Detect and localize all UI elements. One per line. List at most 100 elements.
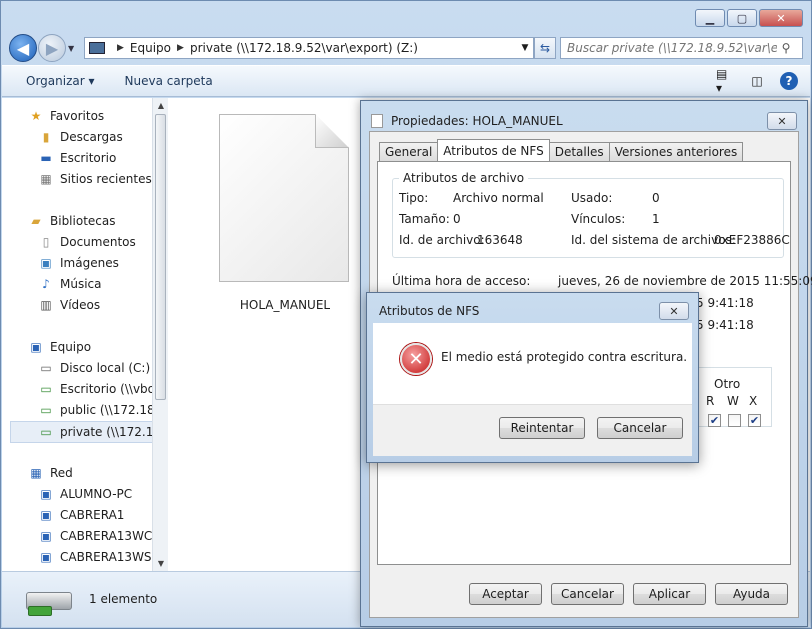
computer-icon — [89, 42, 105, 54]
nav-music[interactable]: ♪ Música — [38, 274, 101, 294]
help-button[interactable]: Ayuda — [715, 583, 788, 605]
dialog-title: Propiedades: HOLA_MANUEL — [371, 114, 563, 128]
group-legend: Atributos de archivo — [399, 171, 529, 185]
chevron-right-icon[interactable]: ▶ — [177, 43, 184, 53]
write-checkbox[interactable] — [728, 414, 741, 427]
file-name[interactable]: HOLA_MANUEL — [219, 298, 351, 312]
close-button[interactable]: ✕ — [767, 112, 797, 130]
computer-icon: ▣ — [40, 487, 52, 501]
execute-label: X — [749, 394, 758, 408]
help-icon[interactable]: ? — [780, 72, 798, 90]
scroll-up-arrow[interactable]: ▲ — [153, 101, 169, 110]
search-icon[interactable]: ⚲ — [777, 41, 795, 55]
navigation-bar: ◀ ▶ ▼ ▶ Equipo ▶ private (\\172.18.9.52\… — [9, 33, 803, 63]
document-icon — [371, 114, 383, 128]
nav-recent[interactable]: ▦ Sitios recientes — [38, 169, 151, 189]
ok-button[interactable]: Aceptar — [469, 583, 542, 605]
refresh-button[interactable]: ⇆ — [534, 37, 556, 59]
nav-downloads[interactable]: ▮ Descargas — [38, 127, 123, 147]
fs-id-label: Id. del sistema de archivos: — [571, 233, 736, 247]
computer-icon: ▣ — [40, 529, 52, 543]
organize-button[interactable]: Organizar ▾ — [26, 74, 95, 88]
chevron-right-icon[interactable]: ▶ — [117, 43, 124, 53]
other-label: Otro — [714, 377, 741, 391]
close-button[interactable]: ✕ — [759, 9, 803, 27]
breadcrumb-equipo[interactable]: Equipo — [130, 41, 171, 55]
tab-previous-versions[interactable]: Versiones anteriores — [608, 142, 744, 161]
read-checkbox[interactable]: ✔ — [708, 414, 721, 427]
nav-pc-cabrera13wc[interactable]: ▣ CABRERA13WC — [38, 526, 152, 546]
type-value: Archivo normal — [453, 191, 544, 205]
preview-pane-icon[interactable]: ◫ — [748, 72, 766, 90]
address-bar[interactable]: ▶ Equipo ▶ private (\\172.18.9.52\var\ex… — [84, 37, 534, 59]
new-folder-button[interactable]: Nueva carpeta — [125, 74, 213, 88]
type-label: Tipo: — [399, 191, 429, 205]
nav-scrollbar[interactable]: ▲ ▼ — [152, 98, 168, 571]
tab-details[interactable]: Detalles — [548, 142, 610, 161]
size-value: 0 — [453, 212, 461, 226]
close-button[interactable]: ✕ — [659, 302, 689, 320]
scrollbar-thumb[interactable] — [155, 114, 166, 400]
images-icon: ▣ — [40, 256, 52, 270]
videos-icon: ▥ — [40, 298, 52, 312]
nav-documents[interactable]: ▯ Documentos — [38, 232, 136, 252]
star-icon: ★ — [30, 109, 42, 123]
address-dropdown-arrow[interactable]: ▼ — [517, 43, 533, 53]
read-label: R — [706, 394, 715, 408]
apply-button[interactable]: Aplicar — [633, 583, 706, 605]
desktop-icon: ▬ — [40, 151, 52, 165]
nav-local-disk[interactable]: ▭ Disco local (C:) — [38, 358, 150, 378]
cancel-button[interactable]: Cancelar — [597, 417, 683, 439]
size-label: Tamaño: — [399, 212, 450, 226]
nav-pc-alumno[interactable]: ▣ ALUMNO-PC — [38, 484, 132, 504]
last-access-value: jueves, 26 de noviembre de 2015 11:55:09 — [558, 274, 812, 288]
retry-button[interactable]: Reintentar — [499, 417, 585, 439]
computer-icon: ▣ — [40, 550, 52, 564]
nav-network[interactable]: ▦ Red — [28, 463, 72, 483]
libraries-icon: ▰ — [31, 214, 41, 228]
nav-vbox[interactable]: ▭ Escritorio (\\vbox — [38, 379, 152, 399]
maximize-button[interactable]: ▢ — [727, 9, 757, 27]
view-options-icon[interactable]: ▤ ▾ — [716, 67, 734, 95]
recent-pages-dropdown[interactable]: ▼ — [68, 44, 80, 53]
used-value: 0 — [652, 191, 660, 205]
execute-checkbox[interactable]: ✔ — [748, 414, 761, 427]
error-dialog-body: ✕ El medio está protegido contra escritu… — [373, 323, 692, 456]
nav-favorites[interactable]: ★ Favoritos — [28, 106, 105, 126]
back-button[interactable]: ◀ — [9, 34, 37, 62]
tab-nfs-attributes[interactable]: Atributos de NFS — [437, 139, 550, 161]
nav-pc-cabrera1[interactable]: ▣ CABRERA1 — [38, 505, 124, 525]
nav-videos[interactable]: ▥ Vídeos — [38, 295, 100, 315]
write-label: W — [727, 394, 739, 408]
breadcrumb-private[interactable]: private (\\172.18.9.52\var\export) (Z:) — [190, 41, 418, 55]
nav-images[interactable]: ▣ Imágenes — [38, 253, 119, 273]
nav-computer[interactable]: ▣ Equipo — [28, 337, 91, 357]
nav-public[interactable]: ▭public (\\172.18.9 — [38, 400, 152, 420]
nav-pc-cabrera13ws[interactable]: ▣ CABRERA13WS — [38, 547, 151, 567]
computer-icon: ▣ — [30, 340, 42, 354]
links-label: Vínculos: — [571, 212, 626, 226]
file-icon[interactable] — [219, 114, 351, 284]
minimize-button[interactable]: ▁ — [695, 9, 725, 27]
tab-strip: General Atributos de NFS Detalles Versio… — [379, 139, 744, 161]
search-input[interactable] — [567, 41, 777, 55]
downloads-folder-icon: ▮ — [42, 130, 50, 144]
network-drive-icon — [26, 582, 72, 616]
music-icon: ♪ — [42, 277, 50, 291]
last-access-label: Última hora de acceso: — [392, 274, 531, 288]
forward-button[interactable]: ▶ — [38, 34, 66, 62]
links-value: 1 — [652, 212, 660, 226]
scroll-down-arrow[interactable]: ▼ — [153, 559, 169, 568]
search-box[interactable]: ⚲ — [560, 37, 803, 59]
item-count: 1 elemento — [89, 592, 158, 606]
tab-general[interactable]: General — [379, 142, 439, 161]
command-bar: Organizar ▾ Nueva carpeta ▤ ▾ ◫ ? — [2, 65, 810, 97]
modified-time-value: 5 9:41:18 — [696, 296, 754, 310]
cancel-button[interactable]: Cancelar — [551, 583, 624, 605]
nav-private[interactable]: ▭private (\\172.18. — [38, 422, 152, 442]
nav-libraries[interactable]: ▰ Bibliotecas — [28, 211, 115, 231]
error-dialog-title: Atributos de NFS — [379, 304, 480, 318]
network-drive-icon: ▭ — [40, 382, 52, 396]
nav-desktop[interactable]: ▬ Escritorio — [38, 148, 116, 168]
error-dialog-footer: Reintentar Cancelar — [373, 404, 692, 456]
